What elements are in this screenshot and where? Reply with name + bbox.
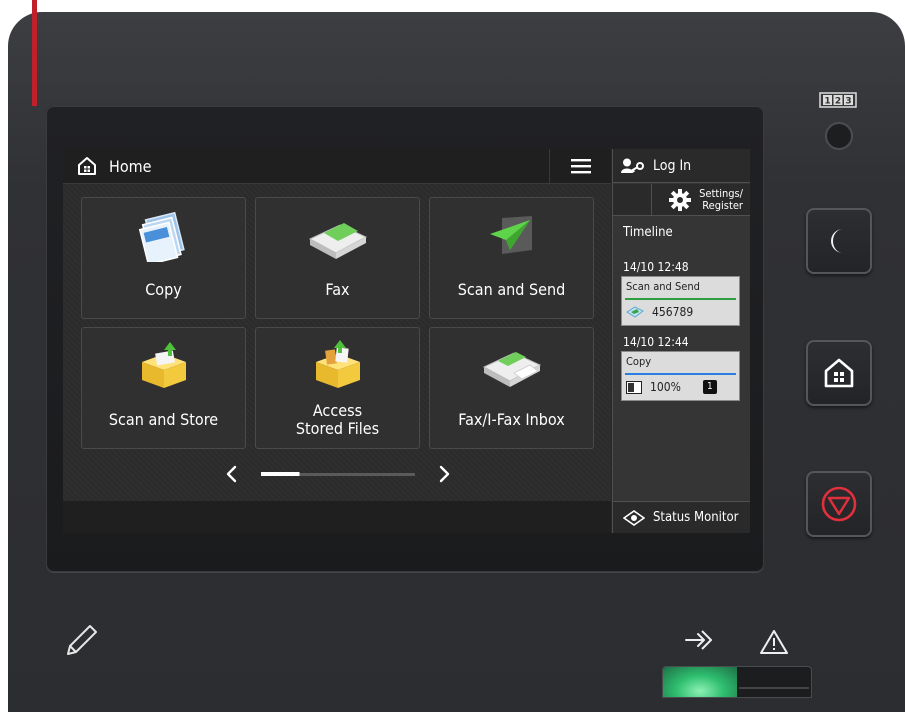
job-detail: 100%	[650, 380, 681, 394]
function-grid: Copy Fax Scan and Send Scan and Store Ac…	[63, 184, 611, 501]
access-stored-files-icon	[315, 340, 360, 388]
tile-label: Fax	[325, 280, 350, 299]
hamburger-menu-icon	[571, 159, 591, 174]
tile-access-stored-files[interactable]: Access Stored Files	[255, 327, 420, 449]
stop-icon	[821, 486, 857, 522]
error-warning-icon	[760, 630, 788, 654]
home-top-bar: Home	[63, 149, 611, 184]
status-monitor-button[interactable]: Status Monitor	[613, 501, 750, 533]
touch-screen: Home Copy Fax Scan and Send Scan and Sto…	[63, 149, 750, 533]
svg-text:3: 3	[845, 97, 851, 107]
tile-copy[interactable]: Copy	[81, 197, 246, 319]
login-button[interactable]: Log In	[613, 149, 750, 183]
tile-label: Fax/I-Fax Inbox	[458, 410, 565, 429]
gear-icon	[669, 188, 692, 211]
tile-label: Scan and Send	[457, 280, 566, 299]
main-power-indicator	[662, 666, 812, 698]
job-card-copy[interactable]: Copy 100% 1	[621, 351, 740, 401]
scan-and-send-icon	[489, 216, 532, 254]
settings-register-button[interactable]: Settings/ Register	[651, 184, 750, 215]
tile-fax[interactable]: Fax	[255, 197, 420, 319]
tile-label: Copy	[145, 280, 182, 299]
home-title-label: Home	[109, 156, 152, 176]
settings-label-line2: Register	[702, 198, 743, 212]
job-card-scan-and-send[interactable]: Scan and Send 456789	[621, 276, 740, 326]
fax-icon	[308, 223, 367, 259]
tile-fax-inbox[interactable]: Fax/I-Fax Inbox	[429, 327, 594, 449]
next-page-icon[interactable]	[439, 465, 450, 483]
job-time: 14/10 12:48	[623, 260, 689, 274]
timeline-title: Timeline	[623, 225, 673, 240]
page-title[interactable]: Home	[77, 155, 152, 177]
power-lamp-green	[663, 667, 737, 697]
job-time: 14/10 12:44	[623, 335, 689, 349]
data-indicator-icon	[685, 630, 712, 650]
tile-label: Access Stored Files	[295, 401, 380, 438]
prev-page-icon[interactable]	[226, 465, 237, 483]
home-icon	[824, 358, 854, 388]
login-label: Log In	[653, 157, 692, 174]
settings-row: Settings/ Register	[613, 184, 750, 216]
stop-hardware-button[interactable]	[806, 471, 872, 537]
scan-and-store-icon	[141, 342, 186, 388]
bottom-bar	[63, 501, 611, 533]
login-key-icon	[621, 158, 644, 173]
tile-scan-and-send[interactable]: Scan and Send	[429, 197, 594, 319]
settings-label-line1: Settings/	[699, 186, 743, 200]
home-main-area: Home Copy Fax Scan and Send Scan and Sto…	[63, 149, 611, 533]
counter-check-icon[interactable]: 1 2 3	[819, 92, 857, 108]
status-monitor-label: Status Monitor	[653, 510, 739, 525]
copies-badge: 1	[702, 380, 717, 394]
moon-icon	[831, 229, 843, 253]
power-lamp-off	[739, 687, 809, 689]
svg-text:2: 2	[835, 97, 841, 107]
fax-inbox-icon	[482, 352, 541, 387]
status-monitor-icon	[623, 509, 645, 526]
job-name: Scan and Send	[626, 280, 700, 293]
send-destination-icon	[626, 306, 644, 318]
menu-button[interactable]	[549, 149, 612, 183]
counter-check-button[interactable]	[825, 122, 853, 150]
copy-icon	[138, 211, 185, 262]
pencil-icon	[67, 625, 97, 655]
page-indicator-thumb	[261, 472, 300, 476]
home-hardware-button[interactable]	[806, 340, 872, 406]
energy-saver-button[interactable]	[806, 208, 872, 274]
job-detail: 456789	[652, 305, 694, 319]
tile-scan-and-store[interactable]: Scan and Store	[81, 327, 246, 449]
job-status-bar	[625, 298, 736, 300]
home-icon	[78, 157, 96, 175]
job-name: Copy	[626, 355, 652, 368]
page-scroller[interactable]	[223, 459, 463, 489]
red-marker-line	[32, 0, 37, 106]
tile-label: Scan and Store	[108, 410, 219, 429]
color-mode-icon	[626, 380, 642, 394]
job-status-bar	[625, 373, 736, 375]
svg-text:1: 1	[824, 97, 830, 107]
timeline-panel: Log In Settings/ Register Timeline 14/10…	[612, 149, 750, 533]
